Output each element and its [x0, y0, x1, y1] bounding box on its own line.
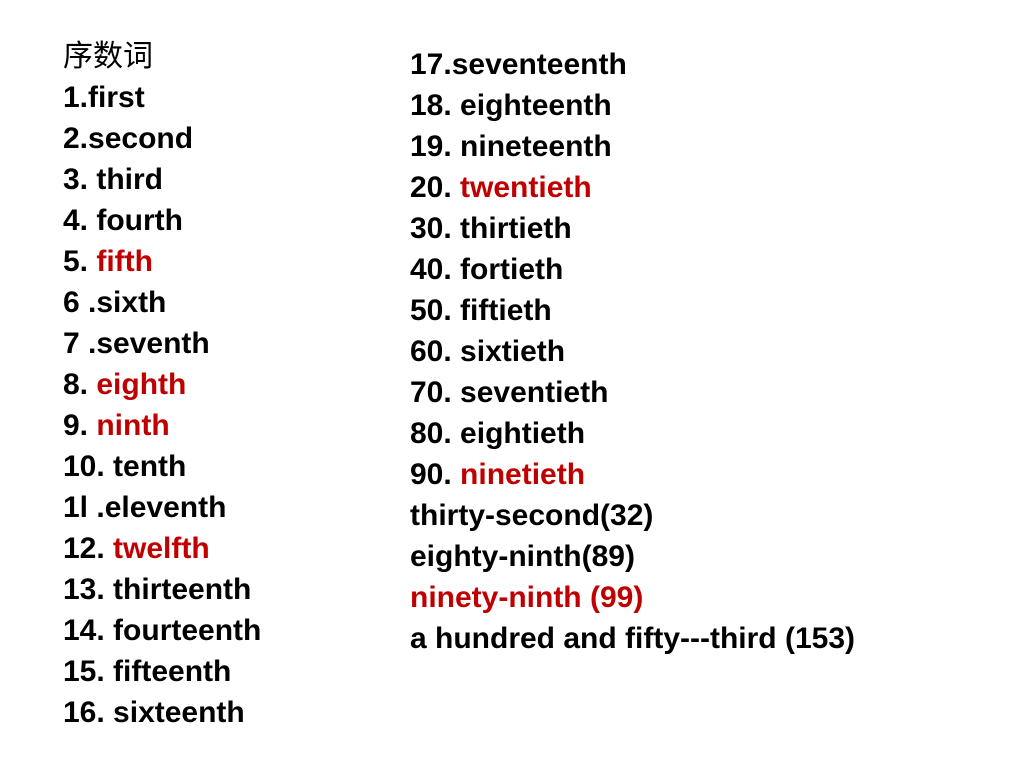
- ordinal-word: eighteenth: [460, 89, 612, 122]
- ordinal-word: ninth: [96, 409, 170, 442]
- ordinal-number: 10.: [63, 450, 114, 483]
- ordinal-word: a hundred and fifty---third (153): [410, 622, 855, 655]
- ordinal-item: 16. sixteenth: [63, 692, 261, 733]
- ordinal-word: thirtieth: [460, 212, 572, 245]
- ordinal-word: sixth: [96, 286, 167, 319]
- ordinal-item: 80. eightieth: [410, 413, 855, 454]
- ordinal-word: thirteenth: [113, 573, 252, 606]
- ordinal-number: 80.: [410, 417, 461, 450]
- ordinal-item: 17.seventeenth: [410, 44, 855, 85]
- ordinal-number: 5.: [63, 245, 97, 278]
- ordinal-item: 19. nineteenth: [410, 126, 855, 167]
- ordinal-number: 6 .: [63, 286, 97, 319]
- ordinal-number: 20.: [410, 171, 461, 204]
- ordinal-item: 7 .seventh: [63, 323, 261, 364]
- ordinal-item: thirty-second(32): [410, 495, 855, 536]
- ordinal-number: 9.: [63, 409, 97, 442]
- ordinal-word: fourteenth: [113, 614, 262, 647]
- ordinal-word: sixtieth: [460, 335, 566, 368]
- ordinal-word: eleventh: [104, 491, 227, 524]
- ordinal-item: 14. fourteenth: [63, 610, 261, 651]
- ordinal-number: 3.: [63, 163, 97, 196]
- ordinal-number: 13.: [63, 573, 114, 606]
- right-column: 17.seventeenth 18. eighteenth 19. nineteen…: [410, 44, 855, 659]
- ordinal-number: 18.: [410, 89, 461, 122]
- page-title: 序数词: [63, 40, 153, 73]
- ordinal-word: first: [88, 81, 145, 114]
- ordinal-word: twelfth: [113, 532, 210, 565]
- ordinal-word: seventieth: [460, 376, 609, 409]
- ordinal-number: 30.: [410, 212, 461, 245]
- ordinal-item: 9. ninth: [63, 405, 261, 446]
- ordinal-number: 19.: [410, 130, 461, 163]
- ordinal-item: 12. twelfth: [63, 528, 261, 569]
- ordinal-number: 1l .: [63, 491, 105, 524]
- ordinal-word: seventeenth: [451, 48, 627, 81]
- ordinal-word: eighty-ninth(89): [410, 540, 635, 573]
- ordinal-number: 4.: [63, 204, 97, 237]
- ordinal-item: 30. thirtieth: [410, 208, 855, 249]
- ordinal-word: fifteenth: [113, 655, 232, 688]
- ordinal-word: third: [96, 163, 164, 196]
- ordinal-word: thirty-second(32): [410, 499, 654, 532]
- ordinal-number: 17.: [410, 48, 452, 81]
- ordinal-number: 70.: [410, 376, 461, 409]
- ordinal-number: 7 .: [63, 327, 97, 360]
- ordinal-item: 1l .eleventh: [63, 487, 261, 528]
- ordinal-item: a hundred and fifty---third (153): [410, 618, 855, 659]
- ordinal-number: 90.: [410, 458, 461, 491]
- ordinal-item: 10. tenth: [63, 446, 261, 487]
- ordinal-word: ninetieth: [460, 458, 586, 491]
- ordinal-word: eighth: [96, 368, 187, 401]
- ordinal-number: 16.: [63, 696, 114, 729]
- ordinal-item: ninety-ninth (99): [410, 577, 855, 618]
- ordinal-number: 60.: [410, 335, 461, 368]
- ordinal-word: eightieth: [460, 417, 586, 450]
- ordinal-item: 13. thirteenth: [63, 569, 261, 610]
- ordinal-item: 4. fourth: [63, 200, 261, 241]
- ordinal-item: 5. fifth: [63, 241, 261, 282]
- ordinal-number: 40.: [410, 253, 461, 286]
- ordinal-item: 60. sixtieth: [410, 331, 855, 372]
- ordinal-number: 8.: [63, 368, 97, 401]
- ordinal-item: 50. fiftieth: [410, 290, 855, 331]
- ordinal-word: seventh: [96, 327, 210, 360]
- ordinal-word: sixteenth: [113, 696, 245, 729]
- ordinal-item: 15. fifteenth: [63, 651, 261, 692]
- ordinal-word: fourth: [96, 204, 183, 237]
- ordinal-word: twentieth: [460, 171, 592, 204]
- ordinal-item: 18. eighteenth: [410, 85, 855, 126]
- ordinal-word: fifth: [96, 245, 153, 278]
- ordinal-number: 12.: [63, 532, 114, 565]
- ordinal-number: 1.: [63, 81, 89, 114]
- ordinal-item: 70. seventieth: [410, 372, 855, 413]
- ordinal-word: second: [88, 122, 194, 155]
- ordinal-word: fortieth: [460, 253, 564, 286]
- ordinal-item: 3. third: [63, 159, 261, 200]
- ordinal-number: 2.: [63, 122, 89, 155]
- ordinal-word: nineteenth: [460, 130, 612, 163]
- left-column: 序数词 1.first 2.second 3. third 4. fourth 5. f…: [63, 36, 261, 733]
- ordinal-word: tenth: [113, 450, 187, 483]
- ordinal-item: 90. ninetieth: [410, 454, 855, 495]
- ordinal-item: 6 .sixth: [63, 282, 261, 323]
- ordinal-word: ninety-ninth (99): [410, 581, 644, 614]
- ordinal-item: 20. twentieth: [410, 167, 855, 208]
- ordinal-number: 15.: [63, 655, 114, 688]
- ordinal-item: 40. fortieth: [410, 249, 855, 290]
- ordinal-number: 50.: [410, 294, 461, 327]
- ordinal-item: 2.second: [63, 118, 261, 159]
- ordinal-item: 1.first: [63, 77, 261, 118]
- ordinal-word: fiftieth: [460, 294, 552, 327]
- ordinal-number: 14.: [63, 614, 114, 647]
- ordinal-item: eighty-ninth(89): [410, 536, 855, 577]
- ordinal-item: 8. eighth: [63, 364, 261, 405]
